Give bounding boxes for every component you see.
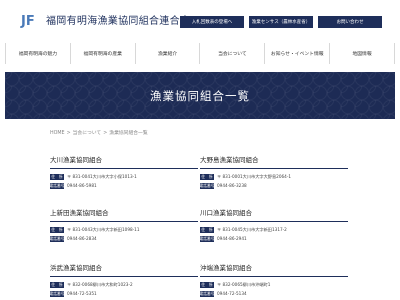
phone-label: 電話番号 (49, 290, 65, 297)
coop-phone[interactable]: 0944-72-5351 (67, 291, 97, 296)
logo-text: JF (21, 14, 35, 29)
jf-logo[interactable]: JF (21, 14, 41, 30)
divider (50, 221, 198, 222)
coop-address: 〒 831-0045大川市大字新田1317-2 (217, 226, 287, 232)
divider (50, 168, 198, 169)
page-title: 漁業協同組合一覧 (150, 88, 250, 103)
nav-item-map[interactable]: 地図情報 (330, 43, 395, 64)
nav-item-about[interactable]: 当会について (200, 43, 266, 64)
address-label: 住 所 (200, 226, 214, 233)
coop-card-hamatake: 浜武漁業協同組合 住 所〒 832-0068柳川市大和町1023-2 電話番号 0… (49, 264, 198, 297)
phone-label: 電話番号 (199, 290, 215, 297)
coop-name: 大川漁業協同組合 (50, 156, 102, 164)
coop-address: 〒 831-0043大川市大字新田1098-11 (67, 226, 140, 232)
fishery-census-button[interactable]: 漁業センサス（農林水産省） (249, 16, 313, 28)
coop-card-kawaguchi: 川口漁業協同組合 住 所〒 831-0045大川市大字新田1317-2 電話番号… (199, 209, 348, 242)
site-title[interactable]: 福岡有明海漁業協同組合連合会 (46, 15, 190, 29)
coop-phone[interactable]: 0944-86-5981 (67, 183, 97, 188)
phone-label: 電話番号 (199, 182, 215, 189)
address-label: 住 所 (200, 173, 214, 180)
address-label: 住 所 (50, 173, 64, 180)
divider (200, 276, 348, 277)
divider (200, 221, 348, 222)
coop-name: 大野島漁業協同組合 (200, 156, 259, 164)
nav-item-industry[interactable]: 福岡有明海の産業 (71, 43, 136, 64)
divider (50, 276, 198, 277)
address-label: 住 所 (200, 281, 214, 288)
coop-phone[interactable]: 0944-86-3238 (217, 183, 247, 188)
coop-card-okawa: 大川漁業協同組合 住 所〒 831-0041大川市大字小保1013-1 電話番号… (49, 156, 198, 189)
breadcrumb-about[interactable]: 当会について (73, 131, 102, 136)
phone-label: 電話番号 (199, 235, 215, 242)
coop-address: 〒 831-0041大川市大字小保1013-1 (67, 173, 137, 179)
breadcrumb: HOME > 当会について > 漁業協同組合一覧 (50, 129, 148, 136)
global-nav: 福岡有明海の魅力 福岡有明海の産業 漁業紹介 当会について お知らせ・イベント情… (0, 43, 400, 64)
site-header: JF 福岡有明海漁業協同組合連合会 入札回数表の登場へ 漁業センサス（農林水産省… (0, 0, 400, 40)
divider (200, 168, 348, 169)
coop-address: 〒 832-0068柳川市大和町1023-2 (67, 281, 133, 287)
coop-card-kamishinden: 上新田漁業協同組合 住 所〒 831-0043大川市大字新田1098-11 電話… (49, 209, 198, 242)
nav-item-fishery-intro[interactable]: 漁業紹介 (136, 43, 201, 64)
coop-name: 上新田漁業協同組合 (50, 209, 109, 217)
nav-item-appeal[interactable]: 福岡有明海の魅力 (5, 43, 71, 64)
coop-phone[interactable]: 0944-72-5134 (217, 291, 247, 296)
breadcrumb-separator: > (66, 131, 71, 136)
auction-schedule-button[interactable]: 入札回数表の登場へ (180, 16, 244, 28)
phone-label: 電話番号 (49, 235, 65, 242)
page-hero: 漁業協同組合一覧 (5, 72, 395, 119)
coop-name: 浜武漁業協同組合 (50, 264, 102, 272)
coop-phone[interactable]: 0944-86-2941 (217, 236, 247, 241)
nav-item-news-events[interactable]: お知らせ・イベント情報 (265, 43, 331, 64)
address-label: 住 所 (50, 226, 64, 233)
address-label: 住 所 (50, 281, 64, 288)
coop-address: 〒 832-0065柳川市沖端町1 (217, 281, 271, 287)
contact-button[interactable]: お問い合わせ (318, 16, 382, 28)
breadcrumb-current: 漁業協同組合一覧 (109, 131, 148, 136)
coop-card-onojima: 大野島漁業協同組合 住 所〒 831-0001大川市大字大野島2064-1 電話… (199, 156, 348, 189)
coop-name: 沖端漁業協同組合 (200, 264, 252, 272)
coop-card-okinohata: 沖端漁業協同組合 住 所〒 832-0065柳川市沖端町1 電話番号 0944-7… (199, 264, 348, 297)
breadcrumb-home[interactable]: HOME (50, 131, 65, 136)
phone-label: 電話番号 (49, 182, 65, 189)
breadcrumb-separator: > (103, 131, 108, 136)
coop-address: 〒 831-0001大川市大字大野島2064-1 (217, 173, 292, 179)
coop-name: 川口漁業協同組合 (200, 209, 252, 217)
coop-phone[interactable]: 0944-86-2834 (67, 236, 97, 241)
